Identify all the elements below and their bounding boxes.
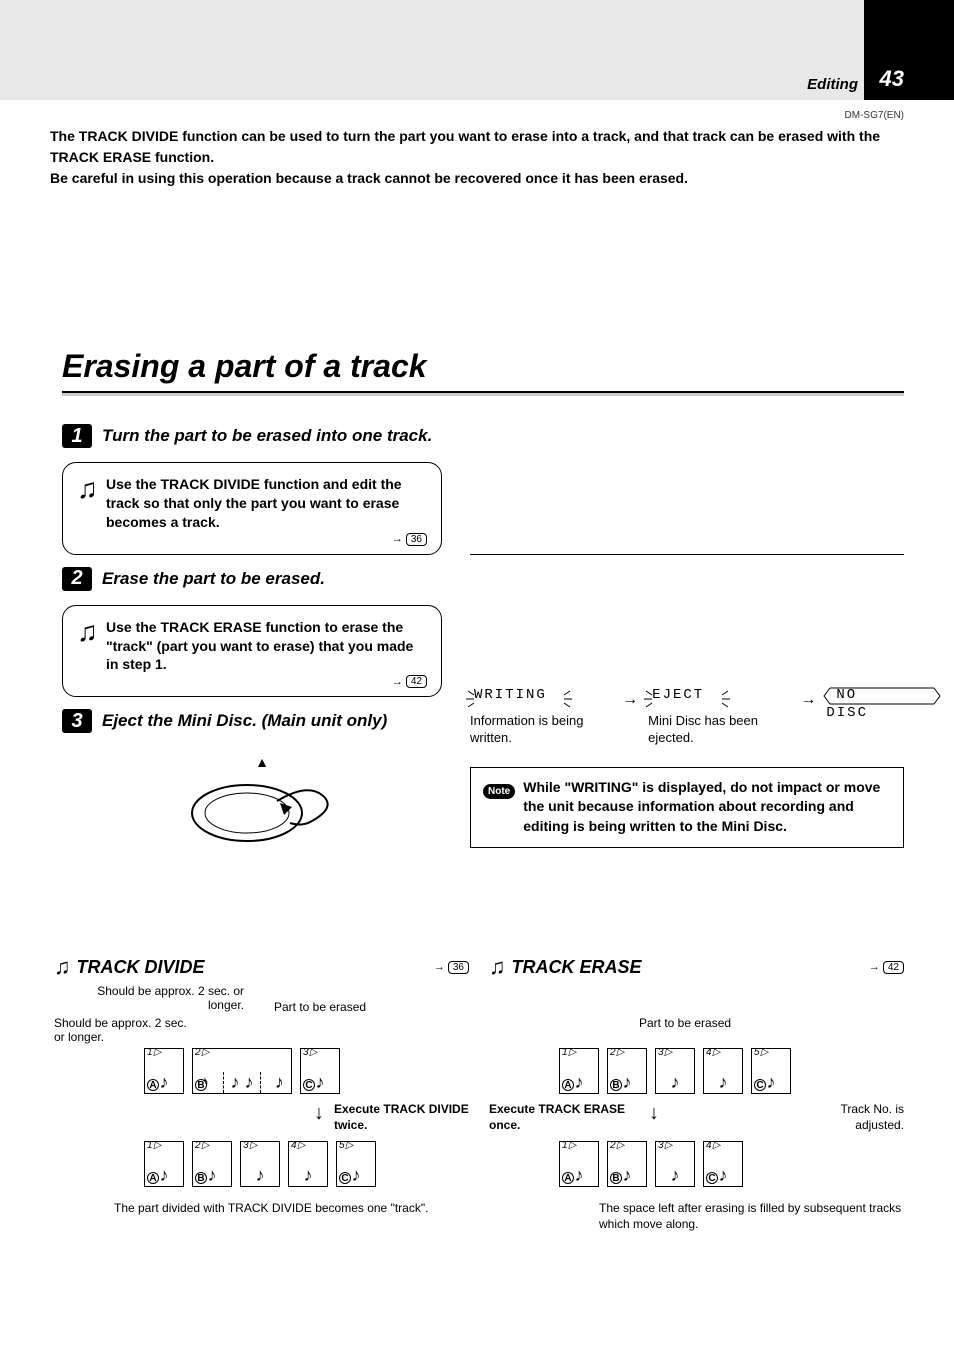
arrow-down-icon: ↓ xyxy=(314,1102,324,1125)
step-body-box-2: ♫ Use the TRACK ERASE function to erase … xyxy=(62,605,442,698)
track-row-before: 1▷♪A 2▷♪♪ ♪♪B 3▷♪C xyxy=(54,1048,469,1094)
page-ref-number: 42 xyxy=(883,961,904,974)
page-reference: →42 xyxy=(392,675,427,688)
track-box: 2▷♪B xyxy=(607,1141,647,1187)
page-reference: →42 xyxy=(869,961,904,974)
diagram-track-erase: ♫ TRACK ERASE →42 Part to be erased 1▷♪A… xyxy=(489,956,904,1232)
track-box: 4▷♪ xyxy=(703,1048,743,1094)
step-number-badge: 3 xyxy=(62,709,92,733)
display-nodisc: NO DISC xyxy=(826,685,904,721)
display-caption: Mini Disc has been ejected. xyxy=(648,713,790,747)
label-approx-top: Should be approx. 2 sec. or longer. xyxy=(84,984,244,1012)
label-part-erase: Part to be erased xyxy=(274,1000,366,1014)
display-caption: Information is being written. xyxy=(470,713,612,747)
track-box: 1▷♪A xyxy=(144,1141,184,1187)
step-header-2: 2 Erase the part to be erased. xyxy=(62,567,462,591)
note-box: Note While "WRITING" is displayed, do no… xyxy=(470,767,904,848)
model-code: DM-SG7(EN) xyxy=(845,110,904,121)
step-title: Turn the part to be erased into one trac… xyxy=(102,426,432,446)
track-box: 5▷♪C xyxy=(336,1141,376,1187)
steps-column: 1 Turn the part to be erased into one tr… xyxy=(62,412,462,853)
arrow-right-icon: → xyxy=(800,685,816,709)
track-box: 2▷♪B xyxy=(192,1141,232,1187)
label-part-erase: Part to be erased xyxy=(639,1016,731,1030)
track-box: 3▷♪ xyxy=(655,1048,695,1094)
step-title: Erase the part to be erased. xyxy=(102,569,325,589)
lcd-text: EJECT xyxy=(648,685,708,705)
step-number-badge: 2 xyxy=(62,567,92,591)
action-label: Execute TRACK DIVIDE twice. xyxy=(334,1102,469,1133)
music-note-icon: ♫ xyxy=(54,956,71,978)
top-gray-bar xyxy=(0,0,864,100)
section-label: Editing xyxy=(807,76,858,93)
diagram-caption: The part divided with TRACK DIVIDE becom… xyxy=(54,1201,469,1217)
arrow-down-icon: ↓ xyxy=(639,1102,659,1125)
page-ref-number: 42 xyxy=(406,675,427,688)
track-row-before: 1▷♪A 2▷♪B 3▷♪ 4▷♪ 5▷♪C xyxy=(489,1048,904,1094)
display-eject: EJECT Mini Disc has been ejected. xyxy=(648,685,790,747)
track-row-after: 1▷♪A 2▷♪B 3▷♪ 4▷♪ 5▷♪C xyxy=(54,1141,469,1187)
track-box: 4▷♪ xyxy=(288,1141,328,1187)
track-box: 3▷♪ xyxy=(240,1141,280,1187)
eject-illustration: ▲ xyxy=(162,753,362,853)
track-box: 3▷♪C xyxy=(300,1048,340,1094)
step-header-1: 1 Turn the part to be erased into one tr… xyxy=(62,424,462,448)
music-note-icon: ♫ xyxy=(77,475,98,532)
page-number: 43 xyxy=(880,66,904,92)
track-row-after: 1▷♪A 2▷♪B 3▷♪ 4▷♪C xyxy=(489,1141,904,1187)
step-header-3: 3 Eject the Mini Disc. (Main unit only) xyxy=(62,709,462,733)
track-box: 5▷♪C xyxy=(751,1048,791,1094)
music-note-icon: ♫ xyxy=(489,956,506,978)
track-box: 1▷♪A xyxy=(144,1048,184,1094)
top-black-tab xyxy=(864,0,954,100)
display-sequence: WRITING Information is being written. → … xyxy=(470,685,904,747)
step-body-box-1: ♫ Use the TRACK DIVIDE function and edit… xyxy=(62,462,442,555)
label-track-adjust: Track No. is adjusted. xyxy=(814,1102,904,1133)
track-box: 2▷♪♪ ♪♪B xyxy=(192,1048,292,1094)
step-number-badge: 1 xyxy=(62,424,92,448)
diagram-title: TRACK ERASE xyxy=(512,957,642,978)
note-text: While "WRITING" is displayed, do not imp… xyxy=(523,778,891,837)
track-box: 1▷♪A xyxy=(559,1141,599,1187)
page-ref-number: 36 xyxy=(406,533,427,546)
track-box: 4▷♪C xyxy=(703,1141,743,1187)
label-approx-left: Should be approx. 2 sec. or longer. xyxy=(54,1016,199,1044)
step-body-text: Use the TRACK DIVIDE function and edit t… xyxy=(106,475,427,532)
track-box: 3▷♪ xyxy=(655,1141,695,1187)
music-note-icon: ♫ xyxy=(77,618,98,675)
page-title: Erasing a part of a track xyxy=(62,348,904,393)
intro-paragraph: The TRACK DIVIDE function can be used to… xyxy=(50,126,904,189)
page-reference: →36 xyxy=(434,961,469,974)
track-box: 2▷♪B xyxy=(607,1048,647,1094)
lcd-text: WRITING xyxy=(470,685,551,705)
right-column: WRITING Information is being written. → … xyxy=(470,554,904,848)
page-ref-number: 36 xyxy=(448,961,469,974)
arrow-right-icon: → xyxy=(622,685,638,709)
diagram-caption: The space left after erasing is filled b… xyxy=(489,1201,904,1232)
note-badge: Note xyxy=(483,784,515,799)
display-writing: WRITING Information is being written. xyxy=(470,685,612,747)
step-body-text: Use the TRACK ERASE function to erase th… xyxy=(106,618,427,675)
step-title: Eject the Mini Disc. (Main unit only) xyxy=(102,711,387,731)
action-label: Execute TRACK ERASE once. xyxy=(489,1102,629,1133)
page-reference: →36 xyxy=(392,533,427,546)
diagrams-row: ♫ TRACK DIVIDE →36 Should be approx. 2 s… xyxy=(54,956,904,1232)
track-box: 1▷♪A xyxy=(559,1048,599,1094)
diagram-title: TRACK DIVIDE xyxy=(77,957,205,978)
diagram-track-divide: ♫ TRACK DIVIDE →36 Should be approx. 2 s… xyxy=(54,956,469,1232)
svg-text:▲: ▲ xyxy=(255,754,269,770)
